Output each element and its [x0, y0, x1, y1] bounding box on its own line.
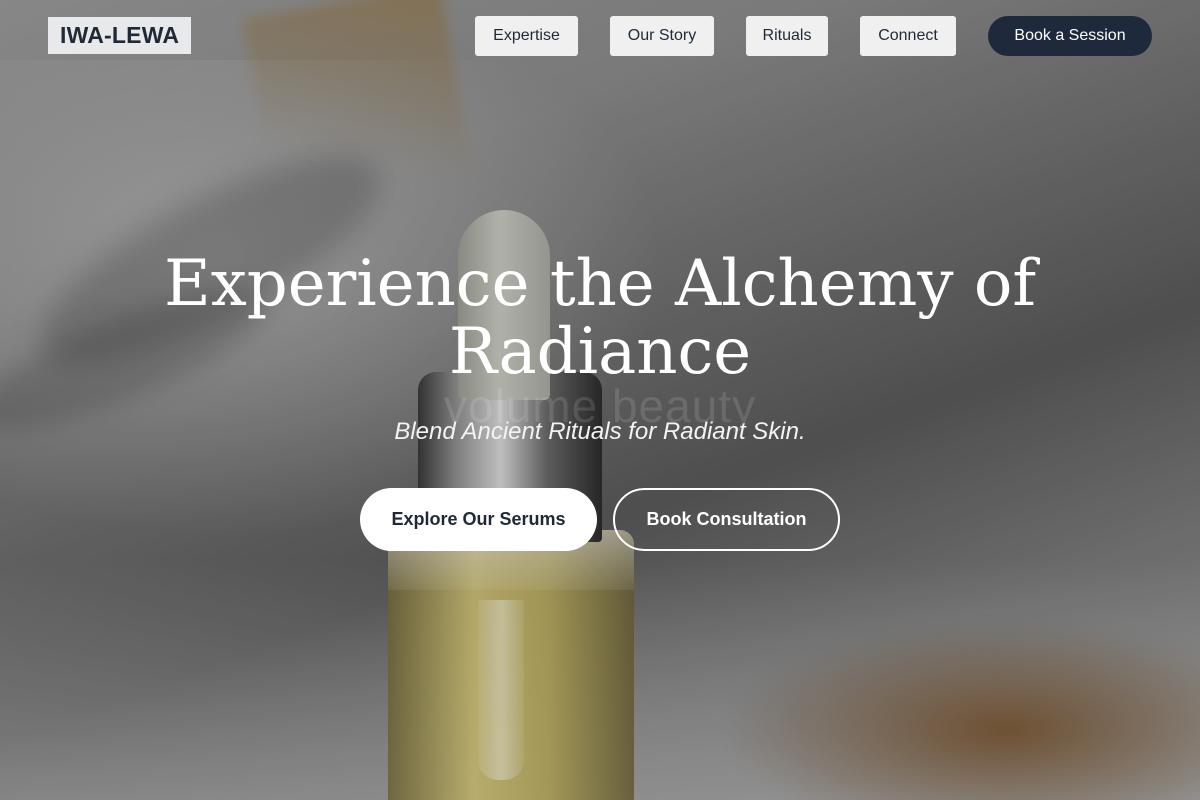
book-consultation-button[interactable]: Book Consultation	[613, 488, 840, 551]
nav-rituals[interactable]: Rituals	[746, 16, 828, 56]
hero-title: Experience the Alchemy of Radiance	[163, 247, 1037, 389]
hero-subtitle: Blend Ancient Rituals for Radiant Skin.	[394, 418, 806, 445]
landing-page: IWA-LEWA Expertise Our Story Rituals Con…	[0, 0, 1200, 800]
nav-expertise[interactable]: Expertise	[475, 16, 578, 56]
site-header: IWA-LEWA Expertise Our Story Rituals Con…	[0, 0, 1200, 72]
nav-our-story[interactable]: Our Story	[610, 16, 714, 56]
explore-serums-button[interactable]: Explore Our Serums	[360, 488, 597, 551]
book-session-button[interactable]: Book a Session	[988, 16, 1152, 56]
brand-logo[interactable]: IWA-LEWA	[48, 17, 192, 54]
nav-connect[interactable]: Connect	[860, 16, 956, 56]
